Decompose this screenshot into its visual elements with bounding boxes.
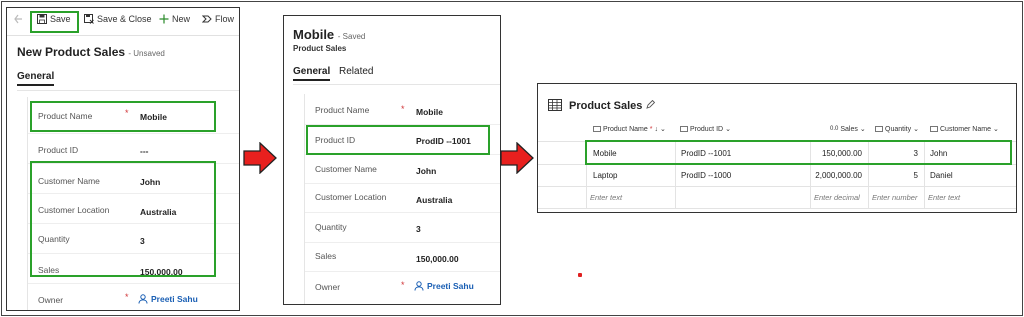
- text-type-icon: [680, 126, 688, 132]
- field-label: Owner: [38, 295, 64, 305]
- text-type-icon: [930, 126, 938, 132]
- cell-product-name: Laptop: [593, 171, 618, 180]
- entity-name: Product Sales: [293, 44, 347, 53]
- owner-value: Preeti Sahu: [427, 281, 474, 291]
- new-record-form-panel: Save Save & Close New Flow New Product S…: [6, 7, 240, 311]
- product-name-field[interactable]: Mobile: [416, 107, 443, 117]
- product-name-highlight-box: [30, 101, 216, 132]
- product-id-highlight-box: [306, 125, 490, 155]
- cell-product-id: ProdID --1000: [681, 171, 732, 180]
- quantity-field[interactable]: 3: [416, 224, 421, 234]
- owner-lookup[interactable]: Preeti Sahu: [414, 281, 474, 291]
- record-status: - Unsaved: [128, 49, 165, 58]
- right-arrow-icon: [243, 142, 277, 174]
- cell-quantity: 5: [913, 171, 918, 180]
- grid-title: Product Sales: [569, 100, 643, 112]
- tab-divider: [293, 84, 500, 85]
- flow-button[interactable]: Flow: [202, 14, 234, 24]
- field-row-sales: Sales 150,000.00: [305, 243, 500, 272]
- column-header-quantity[interactable]: Quantity ⌄: [875, 125, 919, 133]
- save-close-icon: [84, 14, 94, 24]
- field-row-customer-location: Customer Location Australia: [305, 184, 500, 213]
- placeholder-customer-name[interactable]: Enter text: [928, 193, 960, 202]
- field-label: Customer Name: [315, 164, 377, 174]
- field-label: Product ID: [38, 145, 79, 155]
- required-marker: *: [649, 125, 653, 133]
- right-arrow-icon: [500, 142, 534, 174]
- chevron-down-icon: ⌄: [725, 126, 731, 133]
- field-row-product-id: Product ID ---: [28, 134, 239, 164]
- tab-related[interactable]: Related: [339, 66, 373, 77]
- customer-location-field[interactable]: Australia: [416, 195, 452, 205]
- grid-divider: [538, 186, 1016, 187]
- save-and-close-button[interactable]: Save & Close: [84, 14, 152, 24]
- grid-divider: [538, 208, 1016, 209]
- field-label: Quantity: [315, 222, 347, 232]
- save-close-label: Save & Close: [97, 14, 152, 24]
- field-row-quantity: Quantity 3: [305, 213, 500, 243]
- placeholder-sales[interactable]: Enter decimal: [814, 193, 860, 202]
- product-id-field[interactable]: ---: [140, 146, 149, 156]
- stray-mark: [578, 273, 582, 277]
- field-row-owner: Owner * Preeti Sahu: [28, 284, 239, 310]
- new-label: New: [172, 14, 191, 24]
- product-sales-grid-panel: Product Sales Product Name * ↓ ⌄ Product…: [537, 83, 1017, 213]
- required-marker: *: [401, 104, 405, 114]
- save-label: Save: [50, 14, 71, 24]
- column-header-sales[interactable]: 0.0 Sales ⌄: [830, 125, 866, 134]
- placeholder-product-name[interactable]: Enter text: [590, 193, 622, 202]
- flow-label: Flow: [215, 14, 235, 24]
- tab-general[interactable]: General: [17, 71, 55, 86]
- chevron-down-icon: ⌄: [913, 126, 919, 133]
- person-icon: [414, 281, 424, 291]
- person-icon: [138, 294, 148, 304]
- field-label: Sales: [315, 251, 337, 261]
- owner-lookup[interactable]: Preeti Sahu: [138, 294, 198, 304]
- mobile-row-highlight-box: [585, 140, 1012, 165]
- sales-field[interactable]: 150,000.00: [416, 254, 459, 264]
- plus-icon: [159, 14, 169, 24]
- table-icon: [548, 99, 562, 111]
- record-title: New Product Sales - Unsaved: [17, 45, 165, 59]
- decimal-type-icon: 0.0: [830, 126, 839, 132]
- placeholder-quantity[interactable]: Enter number: [872, 193, 917, 202]
- column-header-customer-name[interactable]: Customer Name ⌄: [930, 125, 999, 133]
- cell-sales: 2,000,000.00: [815, 171, 862, 180]
- chevron-down-icon: ⌄: [859, 126, 866, 133]
- number-type-icon: [875, 126, 883, 132]
- chevron-down-icon: ⌄: [992, 126, 999, 133]
- column-header-product-id[interactable]: Product ID ⌄: [680, 125, 731, 133]
- record-status: - Saved: [337, 32, 366, 41]
- field-row-owner: Owner * Preeti Sahu: [305, 272, 500, 302]
- tab-general[interactable]: General: [293, 66, 331, 81]
- required-marker: *: [401, 280, 405, 290]
- record-title: Mobile - Saved: [293, 27, 366, 42]
- cell-customer-name: Daniel: [930, 171, 953, 180]
- command-bar: Save Save & Close New Flow: [7, 8, 239, 36]
- save-button[interactable]: Save: [37, 14, 71, 24]
- owner-value: Preeti Sahu: [151, 294, 198, 304]
- field-label: Product Name: [315, 105, 370, 115]
- tab-divider: [17, 90, 239, 91]
- field-row-customer-name: Customer Name John: [305, 155, 500, 184]
- customer-fields-highlight-box: [30, 161, 216, 277]
- field-label: Customer Location: [315, 192, 387, 202]
- edit-pencil-icon[interactable]: [646, 100, 655, 109]
- column-header-product-name[interactable]: Product Name * ↓ ⌄: [593, 125, 666, 133]
- field-label: Owner: [315, 282, 341, 292]
- flow-icon: [202, 15, 212, 23]
- new-button[interactable]: New: [159, 14, 190, 24]
- field-row-product-name: Product Name * Mobile: [305, 94, 500, 125]
- customer-name-field[interactable]: John: [416, 166, 436, 176]
- chevron-down-icon: ⌄: [659, 126, 666, 133]
- save-icon: [37, 14, 47, 24]
- sort-down-icon: ↓: [654, 125, 658, 133]
- back-arrow-icon[interactable]: [14, 14, 23, 24]
- text-type-icon: [593, 126, 601, 132]
- required-marker: *: [125, 292, 129, 302]
- saved-record-form-panel: Mobile - Saved Product Sales General Rel…: [283, 15, 501, 305]
